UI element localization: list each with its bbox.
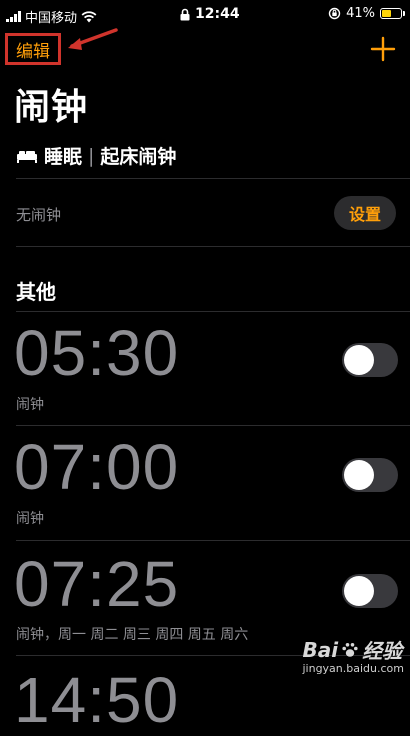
wifi-icon	[81, 10, 97, 22]
toggle-knob	[344, 576, 374, 606]
watermark-brand-text: Bai	[302, 637, 339, 662]
divider	[16, 540, 410, 541]
section-title-other: 其他	[16, 280, 56, 304]
alarm-time[interactable]: 07:00	[14, 435, 179, 499]
clock-time: 12:44	[195, 6, 240, 22]
toggle-knob	[344, 345, 374, 375]
sleep-separator: |	[88, 144, 95, 167]
status-right: 41%	[328, 6, 405, 21]
paw-icon	[342, 642, 358, 657]
status-left: 中国移动	[6, 7, 97, 26]
bed-icon	[17, 150, 37, 163]
edit-button-label: 编辑	[16, 41, 50, 62]
carrier-name: 中国移动	[25, 11, 78, 26]
divider	[16, 311, 410, 312]
divider	[16, 246, 410, 247]
battery-percent: 41%	[346, 6, 375, 21]
orientation-lock-icon	[328, 7, 341, 20]
alarm-toggle[interactable]	[342, 343, 398, 377]
edit-button[interactable]: 编辑	[5, 33, 61, 65]
alarm-time[interactable]: 07:25	[14, 552, 179, 616]
alarm-label: 闹钟	[16, 397, 44, 413]
battery-icon	[380, 8, 405, 19]
annotation-arrow-icon	[68, 28, 118, 50]
alarm-label: 闹钟，周一 周二 周三 周四 周五 周六	[16, 627, 249, 643]
watermark-brand: Bai 经验	[302, 635, 404, 664]
watermark-brand-suffix: 经验	[362, 639, 403, 663]
alarm-toggle[interactable]	[342, 574, 398, 608]
alarm-toggle[interactable]	[342, 458, 398, 492]
page-title: 闹钟	[14, 87, 89, 128]
watermark-url: jingyan.baidu.com	[302, 662, 404, 675]
divider	[16, 178, 410, 179]
setup-button-label: 设置	[348, 205, 381, 224]
signal-icon	[6, 11, 21, 22]
watermark: Bai 经验 jingyan.baidu.com	[302, 635, 404, 676]
setup-button[interactable]: 设置	[334, 196, 396, 230]
sleep-header: 睡眠 | 起床闹钟	[16, 142, 176, 169]
alarm-label: 闹钟	[16, 511, 44, 527]
sleep-label: 睡眠	[44, 146, 83, 168]
status-bar: 中国移动 12:44 41%	[0, 0, 410, 30]
divider	[16, 425, 410, 426]
lock-icon	[180, 8, 190, 20]
no-alarm-text: 无闹钟	[16, 206, 62, 224]
plus-icon[interactable]	[370, 36, 396, 62]
alarm-time[interactable]: 14:50	[14, 668, 179, 732]
alarm-time[interactable]: 05:30	[14, 321, 179, 385]
wake-alarm-label: 起床闹钟	[100, 146, 177, 168]
status-center: 12:44	[180, 6, 240, 22]
toggle-knob	[344, 460, 374, 490]
